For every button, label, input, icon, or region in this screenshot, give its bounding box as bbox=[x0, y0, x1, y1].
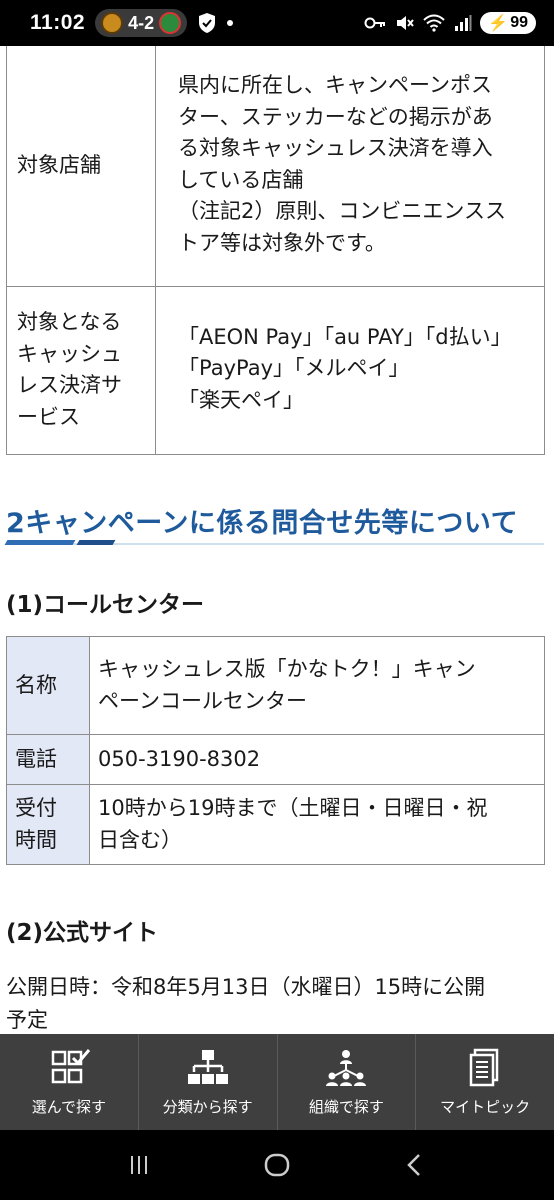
value-line[interactable]: 050-3190-8302 bbox=[98, 744, 536, 776]
wifi-icon bbox=[423, 14, 445, 32]
label-line: キャッシュ bbox=[17, 341, 122, 366]
value-line: 10時から19時まで（土曜日・日曜日・祝 bbox=[98, 796, 488, 820]
text-line: 予定 bbox=[6, 1007, 48, 1032]
mute-icon bbox=[397, 16, 415, 30]
value-line: ペーンコールセンター bbox=[98, 688, 307, 713]
value-line: 「AEON Pay」「au PAY」「d払い」 bbox=[178, 324, 512, 349]
team-logo-icon bbox=[159, 12, 182, 34]
nav-label: 組織で探す bbox=[308, 1097, 384, 1116]
release-date-text: 公開日時：令和8年5月13日（水曜日）15時に公開 予定 bbox=[6, 971, 546, 1034]
label-line: ービス bbox=[17, 404, 80, 429]
value-line: している店舗 bbox=[178, 167, 304, 192]
bottom-navigation: 選んで探す 分類から探す 組織で探す マイトピック bbox=[0, 1034, 554, 1130]
nav-label: 分類から探す bbox=[162, 1097, 253, 1116]
row-label: 対象となる キャッシュ レス決済サ ービス bbox=[6, 285, 156, 455]
clock: 11:02 bbox=[30, 11, 86, 34]
subsection-heading-call-center: (1)コールセンター bbox=[6, 592, 205, 618]
label-line: 時間 bbox=[15, 827, 57, 852]
live-score-badge[interactable]: 4-2 bbox=[95, 9, 188, 37]
charging-icon: ⚡ bbox=[488, 15, 509, 32]
nav-organization-search[interactable]: 組織で探す bbox=[278, 1034, 417, 1130]
notification-dot-icon bbox=[227, 20, 234, 26]
shield-check-icon bbox=[199, 13, 216, 33]
text-line: 公開日時：令和8年5月13日（水曜日）15時に公開 bbox=[6, 975, 486, 999]
hierarchy-icon bbox=[187, 1049, 228, 1084]
value-line: キャッシュレス版「かなトク！」キャン bbox=[98, 657, 476, 681]
home-icon[interactable] bbox=[262, 1150, 292, 1180]
value-line: 日含む） bbox=[98, 827, 182, 852]
row-value: 10時から19時まで（土曜日・日曜日・祝 日含む） bbox=[89, 784, 545, 865]
value-line: トア等は対象外です。 bbox=[178, 230, 386, 255]
battery-indicator: ⚡ 99 bbox=[480, 12, 536, 34]
value-line: る対象キャッシュレス決済を導入 bbox=[178, 136, 493, 161]
table-row: 対象となる キャッシュ レス決済サ ービス 「AEON Pay」「au PAY」… bbox=[6, 285, 545, 455]
table-row: 受付 時間 10時から19時まで（土曜日・日曜日・祝 日含む） bbox=[6, 784, 545, 865]
label-line: レス決済サ bbox=[17, 373, 122, 397]
nav-category-search[interactable]: 分類から探す bbox=[139, 1034, 278, 1130]
nav-label: マイトピック bbox=[440, 1097, 531, 1116]
status-bar: 11:02 4-2 ⚡ 99 bbox=[0, 0, 554, 46]
row-value: 県内に所在し、キャンペーンポス ター、ステッカーなどの掲示があ る対象キャッシュ… bbox=[155, 46, 545, 287]
value-line: 「PayPay」「メルペイ」 bbox=[178, 356, 410, 381]
key-icon bbox=[364, 17, 386, 29]
table-row: 名称 キャッシュレス版「かなトク！」キャン ペーンコールセンター bbox=[6, 636, 545, 735]
section-heading: 2キャンペーンに係る問合せ先等について bbox=[6, 508, 519, 539]
signal-icon bbox=[455, 15, 472, 31]
table-row: 電話 050-3190-8302 bbox=[6, 734, 545, 785]
nav-my-topics[interactable]: マイトピック bbox=[416, 1034, 554, 1130]
phone-number[interactable]: 050-3190-8302 bbox=[89, 734, 545, 785]
row-value: 「AEON Pay」「au PAY」「d払い」 「PayPay」「メルペイ」 「… bbox=[155, 285, 545, 455]
value-line: ター、ステッカーなどの掲示があ bbox=[178, 104, 493, 129]
row-label: 電話 bbox=[6, 734, 90, 785]
documents-icon bbox=[469, 1048, 499, 1086]
checklist-icon bbox=[51, 1048, 91, 1083]
heading-underline bbox=[4, 540, 544, 546]
system-navigation-bar bbox=[0, 1130, 554, 1200]
row-label: 対象店舗 bbox=[6, 46, 156, 287]
value-line: 「楽天ペイ」 bbox=[178, 387, 304, 412]
label-line: 対象となる bbox=[17, 310, 122, 334]
row-label: 受付 時間 bbox=[6, 784, 90, 865]
score-text: 4-2 bbox=[128, 12, 155, 33]
nav-select-search[interactable]: 選んで探す bbox=[0, 1034, 139, 1130]
people-network-icon bbox=[326, 1049, 367, 1086]
subsection-heading-official-site: (2)公式サイト bbox=[6, 920, 159, 946]
back-icon[interactable] bbox=[400, 1150, 430, 1180]
call-center-table: 名称 キャッシュレス版「かなトク！」キャン ペーンコールセンター 電話 050-… bbox=[6, 636, 545, 865]
team-logo-icon bbox=[101, 12, 124, 34]
value-line: （注記2）原則、コンビニエンスス bbox=[178, 199, 506, 224]
eligibility-table: 対象店舗 県内に所在し、キャンペーンポス ター、ステッカーなどの掲示があ る対象… bbox=[6, 46, 545, 455]
label-line: 受付 bbox=[15, 796, 57, 820]
page-content: 対象店舗 県内に所在し、キャンペーンポス ター、ステッカーなどの掲示があ る対象… bbox=[0, 46, 554, 1034]
nav-label: 選んで探す bbox=[31, 1097, 106, 1116]
row-label: 名称 bbox=[6, 636, 90, 735]
recent-apps-icon[interactable] bbox=[124, 1150, 154, 1180]
row-value: キャッシュレス版「かなトク！」キャン ペーンコールセンター bbox=[89, 636, 545, 735]
battery-level: 99 bbox=[510, 14, 528, 31]
table-row: 対象店舗 県内に所在し、キャンペーンポス ター、ステッカーなどの掲示があ る対象… bbox=[6, 46, 545, 287]
value-line: 県内に所在し、キャンペーンポス bbox=[178, 73, 492, 98]
